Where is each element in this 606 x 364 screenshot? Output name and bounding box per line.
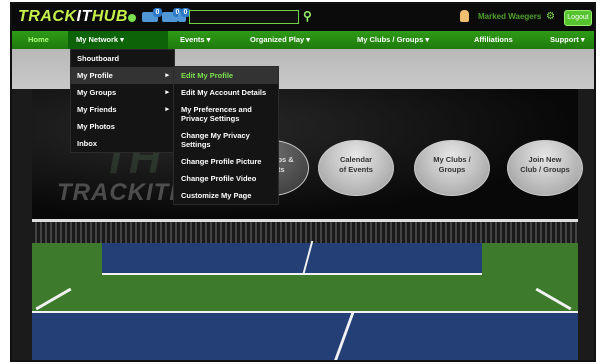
submenu-customize-my-page[interactable]: Customize My Page — [174, 187, 278, 204]
court-sideline-left — [35, 287, 72, 311]
gear-icon[interactable]: ⚙ — [546, 11, 555, 22]
search-input[interactable] — [189, 10, 299, 24]
avatar[interactable] — [460, 10, 469, 22]
court-service-line — [102, 273, 482, 275]
submenu-change-privacy-settings[interactable]: Change My Privacy Settings — [174, 127, 278, 153]
tennis-court-image — [32, 219, 578, 360]
court-sideline-right — [535, 287, 572, 311]
submenu-edit-account-details[interactable]: Edit My Account Details — [174, 84, 278, 101]
menu-item-my-groups[interactable]: My Groups ▸ — [71, 84, 174, 101]
my-profile-submenu: Edit My Profile Edit My Account Details … — [173, 66, 279, 205]
top-bar: TRACKITHUB 0 0 0 ⚲ Marked Waegers ⚙ Logo… — [12, 4, 594, 31]
court-baseline — [32, 311, 578, 313]
court-near-surface — [32, 311, 578, 360]
logout-button[interactable]: Logout — [564, 10, 592, 26]
submenu-change-profile-picture[interactable]: Change Profile Picture — [174, 153, 278, 170]
menu-item-my-friends[interactable]: My Friends ▸ — [71, 101, 174, 118]
my-network-dropdown: Shoutboard My Profile ▸ My Groups ▸ My Fri… — [70, 49, 175, 153]
menu-item-shoutboard[interactable]: Shoutboard — [71, 50, 174, 67]
join-new-club-button[interactable]: Join New Club / Groups — [507, 140, 583, 196]
main-nav: Home My Network ▾ Events ▾ Organized Pla… — [12, 31, 594, 49]
menu-item-my-photos[interactable]: My Photos — [71, 118, 174, 135]
submenu-preferences-privacy[interactable]: My Preferences and Privacy Settings — [174, 101, 278, 127]
search-icon[interactable]: ⚲ — [303, 9, 312, 23]
user-name-link[interactable]: Marked Waegers — [478, 12, 541, 21]
nav-support[interactable]: Support ▾ — [550, 31, 585, 49]
nav-my-network[interactable]: My Network ▾ — [68, 31, 168, 49]
nav-events[interactable]: Events ▾ — [180, 31, 210, 49]
menu-item-inbox[interactable]: Inbox — [71, 135, 174, 152]
notifications-icon[interactable]: 0 — [142, 8, 162, 22]
submenu-edit-my-profile[interactable]: Edit My Profile — [174, 67, 278, 84]
nav-organized-play[interactable]: Organized Play ▾ — [250, 31, 310, 49]
friend-requests-icon[interactable]: 0 — [162, 8, 182, 22]
nav-my-clubs-groups[interactable]: My Clubs / Groups ▾ — [357, 31, 429, 49]
status-dot-icon — [128, 14, 136, 22]
calendar-events-button[interactable]: Calendar of Events — [318, 140, 394, 196]
nav-affiliations[interactable]: Affiliations — [474, 31, 513, 49]
site-logo[interactable]: TRACKITHUB — [18, 8, 128, 26]
nav-home[interactable]: Home — [28, 31, 49, 49]
messages-icon[interactable]: 0 — [178, 8, 190, 22]
submenu-change-profile-video[interactable]: Change Profile Video — [174, 170, 278, 187]
chevron-right-icon: ▸ — [165, 89, 169, 96]
my-clubs-groups-button[interactable]: My Clubs / Groups — [414, 140, 490, 196]
chevron-right-icon: ▸ — [165, 72, 169, 79]
app-window: TRACKITHUB 0 0 0 ⚲ Marked Waegers ⚙ Logo… — [10, 2, 596, 362]
chevron-right-icon: ▸ — [165, 106, 169, 113]
court-far-surface — [102, 239, 482, 273]
menu-item-my-profile[interactable]: My Profile ▸ — [71, 67, 174, 84]
court-net — [32, 219, 578, 243]
